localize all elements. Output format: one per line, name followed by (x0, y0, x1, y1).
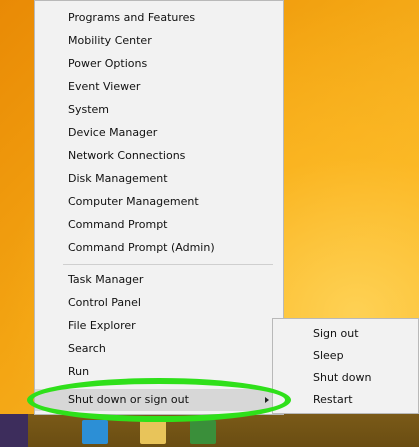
menu-item-command-prompt[interactable]: Command Prompt (35, 214, 283, 236)
menu-item-mobility-center[interactable]: Mobility Center (35, 30, 283, 52)
menu-item-search[interactable]: Search (35, 338, 283, 360)
menu-item-system[interactable]: System (35, 99, 283, 121)
menu-item-command-prompt-admin[interactable]: Command Prompt (Admin) (35, 237, 283, 259)
submenu-item-sleep[interactable]: Sleep (273, 345, 419, 367)
menu-item-control-panel[interactable]: Control Panel (35, 292, 283, 314)
chevron-right-icon (265, 397, 269, 403)
menu-item-network-connections[interactable]: Network Connections (35, 145, 283, 167)
menu-item-task-manager[interactable]: Task Manager (35, 269, 283, 291)
menu-item-shut-down-or-sign-out[interactable]: Shut down or sign out (35, 389, 283, 411)
menu-item-device-manager[interactable]: Device Manager (35, 122, 283, 144)
taskbar (0, 414, 419, 447)
shut-down-submenu: Sign out Sleep Shut down Restart (272, 318, 419, 414)
menu-item-desktop[interactable]: Desktop (35, 411, 283, 417)
menu-item-computer-management[interactable]: Computer Management (35, 191, 283, 213)
menu-item-run[interactable]: Run (35, 361, 283, 383)
power-user-menu: Programs and Features Mobility Center Po… (34, 0, 284, 417)
start-icon[interactable] (0, 414, 28, 447)
menu-item-event-viewer[interactable]: Event Viewer (35, 76, 283, 98)
file-explorer-icon[interactable] (140, 420, 166, 444)
submenu-item-shut-down[interactable]: Shut down (273, 367, 419, 389)
menu-separator (63, 264, 273, 265)
menu-item-disk-management[interactable]: Disk Management (35, 168, 283, 190)
submenu-item-restart[interactable]: Restart (273, 389, 419, 411)
menu-item-power-options[interactable]: Power Options (35, 53, 283, 75)
menu-item-label: Shut down or sign out (68, 393, 189, 406)
menu-item-file-explorer[interactable]: File Explorer (35, 315, 283, 337)
submenu-item-sign-out[interactable]: Sign out (273, 323, 419, 345)
internet-explorer-icon[interactable] (82, 420, 108, 444)
store-icon[interactable] (190, 420, 216, 444)
menu-item-programs-and-features[interactable]: Programs and Features (35, 7, 283, 29)
